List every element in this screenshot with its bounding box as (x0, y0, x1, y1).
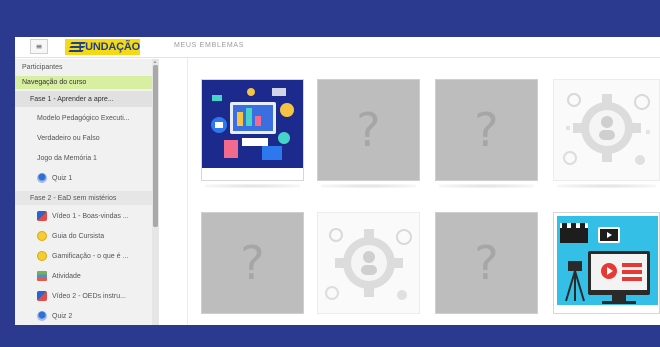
app-window: ≡ FUNDAÇÃO MEUS EMBLEMAS Participantes N… (15, 37, 660, 325)
sidebar-item-label: Guia do Cursista (52, 232, 105, 240)
sidebar-item-video-2[interactable]: Vídeo 2 - OEDs instru... (15, 289, 152, 303)
badge-card-8[interactable] (553, 212, 660, 314)
video-production-illustration-icon (554, 213, 659, 313)
quiz-icon (37, 173, 47, 183)
scrollbar-thumb[interactable] (153, 65, 158, 227)
sidebar-item-label: Gamificação - o que é ... (52, 252, 129, 260)
sidebar-item-modelo-pedagogico[interactable]: Modelo Pedagógico Executi... (15, 111, 152, 125)
sidebar-item-label: Vídeo 2 - OEDs instru... (52, 292, 126, 300)
sidebar-item-jogo-memoria[interactable]: Jogo da Memória 1 (15, 151, 152, 165)
badge-card-2[interactable]: ? (317, 79, 420, 181)
sidebar-item-quiz-1[interactable]: Quiz 1 (15, 171, 152, 185)
guide-icon (37, 231, 47, 241)
sidebar-item-fase-2[interactable]: Fase 2 - EaD sem mistérios (15, 191, 152, 205)
digital-technology-illustration-icon (202, 80, 303, 180)
sidebar: Participantes Navegação do curso Fase 1 … (15, 59, 155, 325)
badge-card-7[interactable]: ? (435, 212, 538, 314)
logo[interactable]: FUNDAÇÃO (65, 39, 140, 55)
sidebar-item-video-1[interactable]: Vídeo 1 - Boas-vindas ... (15, 209, 152, 223)
video-icon (37, 291, 47, 301)
sidebar-item-label: Navegação do curso (22, 79, 87, 86)
gear-person-icon (563, 93, 650, 165)
sidebar-item-guia-cursista[interactable]: Guia do Cursista (15, 229, 152, 243)
sidebar-item-label: Jogo da Memória 1 (37, 154, 97, 162)
sidebar-item-label: Participantes (22, 63, 63, 71)
sidebar-item-label: Quiz 1 (52, 174, 73, 182)
sidebar-item-verdadeiro-falso[interactable]: Verdadeiro ou Falso (15, 131, 152, 145)
activity-icon (37, 271, 47, 281)
badge-card-1[interactable] (201, 79, 304, 181)
unknown-badge-icon: ? (240, 236, 265, 290)
badge-card-6[interactable] (317, 212, 420, 314)
unknown-badge-icon: ? (474, 103, 499, 157)
sidebar-item-label: Vídeo 1 - Boas-vindas ... (52, 212, 129, 220)
sidebar-item-participantes[interactable]: Participantes (15, 61, 152, 73)
sidebar-item-label: Atividade (52, 272, 81, 280)
sidebar-scrollbar[interactable]: ▲ (152, 59, 159, 325)
guide-icon (37, 251, 47, 261)
badge-shadow (557, 184, 656, 188)
badge-card-3[interactable]: ? (435, 79, 538, 181)
top-bar: ≡ FUNDAÇÃO MEUS EMBLEMAS (15, 37, 660, 58)
menu-toggle-button[interactable]: ≡ (30, 39, 48, 54)
sidebar-item-label: Fase 1 - Aprender a apre... (30, 95, 114, 103)
quiz-icon (37, 311, 47, 321)
badge-card-4[interactable] (553, 79, 660, 181)
gear-person-icon (325, 228, 412, 300)
sidebar-item-label: Quiz 2 (52, 312, 73, 320)
sidebar-item-quiz-2[interactable]: Quiz 2 (15, 309, 152, 323)
sidebar-item-course-navigation[interactable]: Navegação do curso (15, 76, 152, 89)
sidebar-item-fase-1[interactable]: Fase 1 - Aprender a apre... (15, 91, 152, 107)
page-title: MEUS EMBLEMAS (174, 42, 245, 49)
scroll-up-icon[interactable]: ▲ (153, 59, 157, 64)
badge-shadow (321, 184, 416, 188)
sidebar-item-label: Verdadeiro ou Falso (37, 134, 100, 142)
sidebar-item-label: Modelo Pedagógico Executi... (37, 114, 130, 122)
unknown-badge-icon: ? (356, 103, 381, 157)
video-icon (37, 211, 47, 221)
hamburger-icon: ≡ (35, 42, 43, 51)
badge-shadow (439, 184, 534, 188)
logo-mark-icon (68, 42, 86, 52)
badge-card-5[interactable]: ? (201, 212, 304, 314)
badge-shadow (205, 184, 300, 188)
sidebar-item-label: Fase 2 - EaD sem mistérios (30, 194, 117, 202)
logo-text: FUNDAÇÃO (78, 41, 141, 53)
sidebar-item-gamificacao[interactable]: Gamificação - o que é ... (15, 249, 152, 263)
unknown-badge-icon: ? (474, 236, 499, 290)
sidebar-item-atividade[interactable]: Atividade (15, 269, 152, 283)
divider (187, 58, 188, 325)
